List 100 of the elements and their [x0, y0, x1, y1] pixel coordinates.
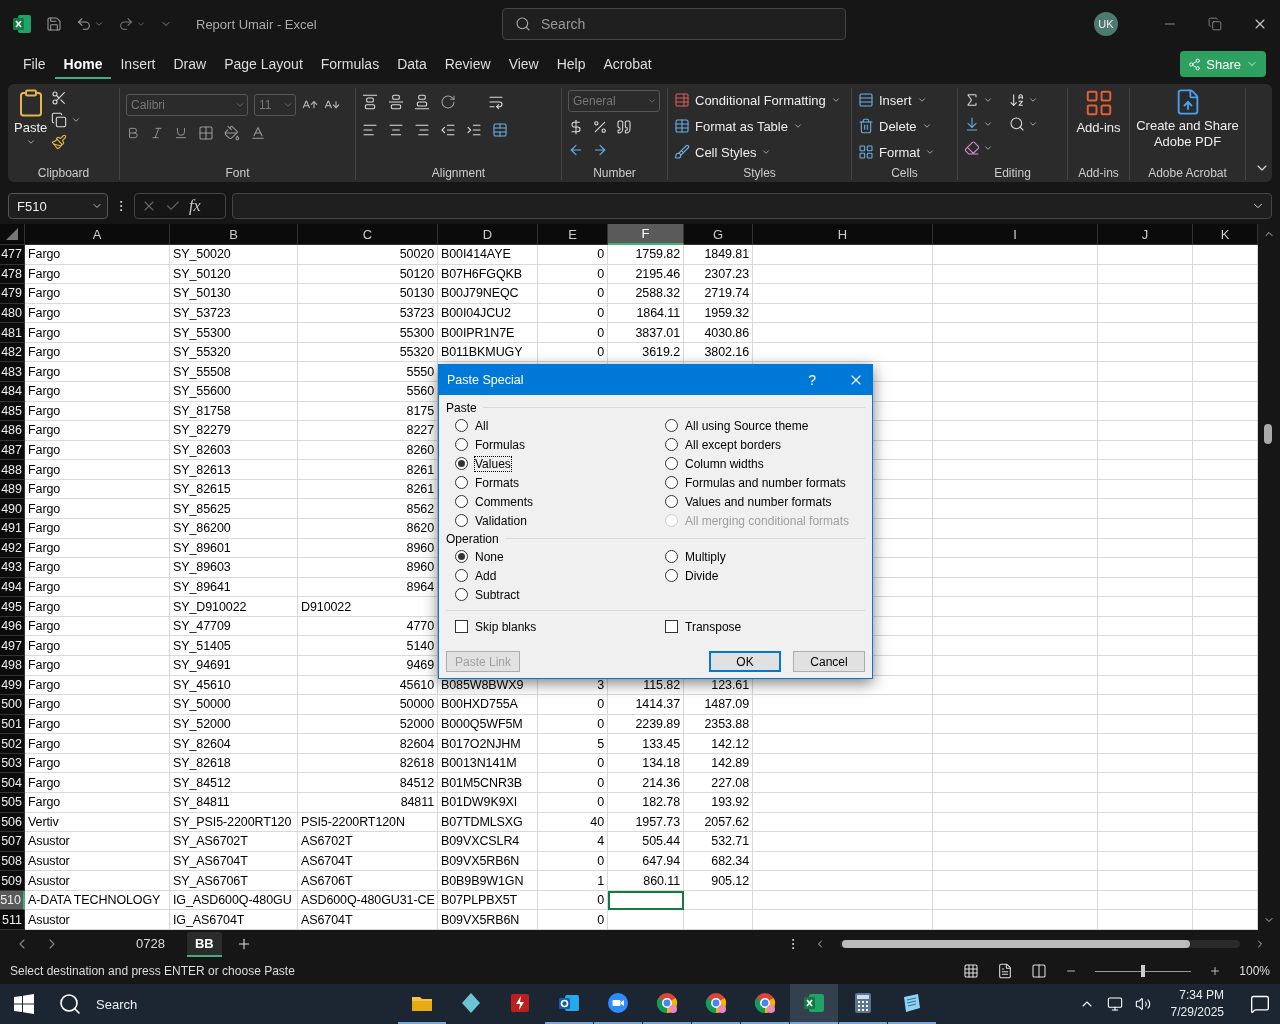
caret-icon[interactable] [71, 115, 82, 125]
row-number[interactable]: 479 [0, 284, 25, 304]
scrollbar-thumb[interactable] [1264, 424, 1272, 444]
row-number[interactable]: 481 [0, 323, 25, 343]
menu-tab[interactable]: Review [435, 49, 500, 79]
radio-label[interactable]: Formats [475, 475, 519, 490]
format-painter-icon[interactable] [51, 134, 68, 150]
currency-icon[interactable] [568, 119, 584, 135]
menu-tab[interactable]: Insert [111, 49, 165, 79]
styles-button[interactable]: Format as Table [674, 114, 841, 138]
italic-icon[interactable] [150, 126, 164, 140]
radio-label[interactable]: All [475, 418, 489, 433]
paste-button[interactable]: Paste [14, 88, 48, 166]
align-center-icon[interactable] [388, 122, 404, 138]
radio-button[interactable] [455, 419, 468, 432]
orientation-icon[interactable] [440, 94, 456, 110]
radio-label[interactable]: Formulas and number formats [685, 475, 846, 490]
restore-icon[interactable] [1208, 17, 1222, 31]
select-all-icon[interactable] [6, 228, 18, 240]
bold-icon[interactable] [126, 126, 140, 140]
merge-cells-icon[interactable] [492, 122, 508, 138]
page-break-icon[interactable] [1031, 963, 1048, 979]
radio-label[interactable]: Formulas [475, 437, 525, 452]
brush-icon[interactable] [674, 144, 690, 160]
column-header[interactable]: D [438, 224, 538, 245]
caret-icon[interactable] [830, 95, 841, 105]
wrap-text-icon[interactable] [488, 94, 504, 110]
row-number[interactable]: 507 [0, 832, 25, 852]
radio-button[interactable] [665, 569, 678, 582]
volume-icon[interactable] [1134, 996, 1151, 1012]
borders-icon[interactable] [198, 125, 214, 141]
row-number[interactable]: 511 [0, 910, 25, 930]
table-icon[interactable] [674, 118, 690, 134]
radio-button[interactable] [665, 457, 678, 470]
radio-button[interactable] [665, 495, 678, 508]
column-header[interactable]: K [1193, 224, 1258, 245]
notifications-icon[interactable] [1250, 994, 1270, 1014]
sheet-tab[interactable]: 0728 [128, 931, 173, 957]
caret-icon[interactable] [1028, 119, 1038, 129]
dialog-button[interactable]: OK [709, 651, 781, 672]
copy-icon[interactable] [51, 112, 68, 128]
caret-icon[interactable] [792, 121, 803, 131]
row-number[interactable]: 502 [0, 734, 25, 754]
conditional-format-icon[interactable] [674, 92, 690, 108]
column-header[interactable]: J [1098, 224, 1193, 245]
decrease-decimal-icon[interactable] [592, 142, 608, 158]
video-tile-icon[interactable] [606, 991, 630, 1015]
radio-label[interactable]: Divide [685, 568, 719, 583]
fill-icon[interactable] [964, 116, 980, 132]
menu-tab[interactable]: File [14, 49, 55, 79]
find-icon[interactable] [1009, 116, 1025, 132]
column-header[interactable]: G [684, 224, 753, 245]
radio-label[interactable]: Comments [475, 494, 533, 509]
caret-icon[interactable] [921, 121, 932, 131]
decrease-indent-icon[interactable] [440, 122, 456, 138]
menu-tab[interactable]: Data [388, 49, 436, 79]
row-number[interactable]: 497 [0, 636, 25, 656]
row-number[interactable]: 509 [0, 871, 25, 891]
radio-label[interactable]: Column widths [685, 456, 764, 471]
column-header[interactable]: B [170, 224, 298, 245]
caret-icon[interactable] [1028, 95, 1038, 105]
checkbox[interactable] [665, 620, 678, 633]
radio-button[interactable] [455, 476, 468, 489]
zoom-in-icon[interactable] [1209, 965, 1222, 977]
caret-icon[interactable] [983, 143, 993, 153]
radio-button[interactable] [455, 588, 468, 601]
column-header[interactable]: F [608, 224, 684, 245]
cut-icon[interactable] [51, 90, 68, 106]
radio-label[interactable]: Values [475, 456, 511, 471]
search-icon[interactable] [58, 992, 82, 1016]
radio-label[interactable]: All using Source theme [685, 418, 809, 433]
undo-icon[interactable] [76, 16, 92, 32]
radio-button[interactable] [665, 419, 678, 432]
add-ins-button[interactable]: Add-ins [1074, 88, 1123, 166]
save-icon[interactable] [46, 16, 62, 32]
menu-tab[interactable]: Acrobat [594, 49, 661, 79]
radio-label[interactable]: All except borders [685, 437, 782, 452]
percent-icon[interactable] [592, 119, 608, 135]
row-number[interactable]: 504 [0, 773, 25, 793]
menu-tab[interactable]: View [499, 49, 548, 79]
clock-date[interactable]: 7/29/2025 [1170, 1004, 1224, 1021]
format-icon[interactable] [858, 144, 874, 160]
menu-tab[interactable]: Help [547, 49, 595, 79]
clock-time[interactable]: 7:34 PM [1179, 987, 1224, 1004]
styles-button[interactable]: Conditional Formatting [674, 88, 841, 112]
caret-icon[interactable] [983, 119, 993, 129]
row-number[interactable]: 490 [0, 499, 25, 519]
user-avatar[interactable]: UK [1094, 12, 1118, 36]
column-header[interactable]: A [25, 224, 170, 245]
radio-button[interactable] [455, 438, 468, 451]
sort-filter-icon[interactable] [1009, 92, 1025, 108]
start-icon[interactable] [14, 994, 34, 1014]
font-color-icon[interactable] [250, 125, 266, 141]
increase-decimal-icon[interactable] [568, 142, 584, 158]
checkbox-label[interactable]: Transpose [685, 619, 742, 634]
spreadsheet-icon[interactable] [802, 991, 826, 1015]
radio-label[interactable]: Multiply [685, 549, 726, 564]
bottom-align-icon[interactable] [414, 94, 430, 110]
radio-label[interactable]: None [475, 549, 504, 564]
radio-button[interactable] [455, 550, 468, 563]
